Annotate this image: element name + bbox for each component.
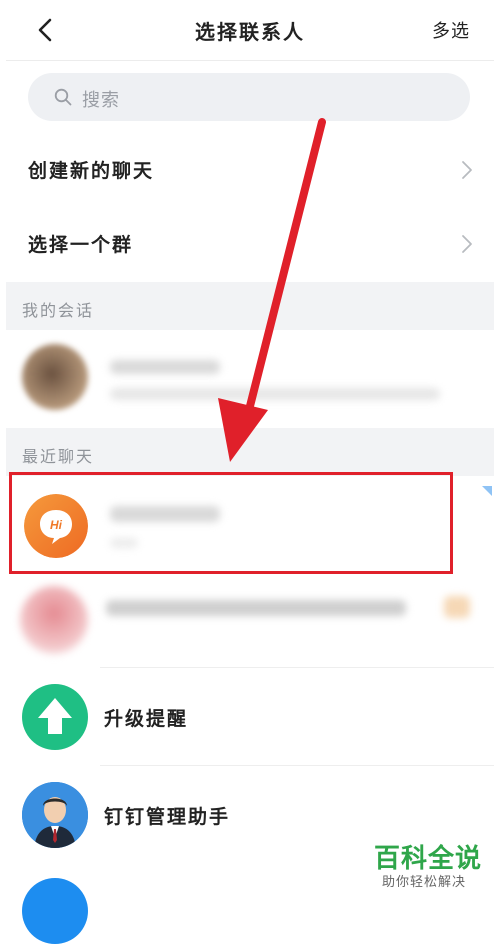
watermark-logo: 百科全说 助你轻松解决 bbox=[374, 838, 494, 898]
avatar bbox=[22, 344, 88, 410]
contact-name: 升级提醒 bbox=[104, 708, 189, 730]
chevron-right-icon bbox=[462, 161, 472, 179]
person-avatar-icon bbox=[22, 782, 88, 848]
select-group-row[interactable]: 选择一个群 bbox=[6, 210, 494, 278]
recent-chat-item[interactable] bbox=[6, 572, 494, 668]
page-title: 选择联系人 bbox=[195, 20, 305, 44]
top-bar: 选择联系人 多选 bbox=[6, 0, 494, 61]
conversation-item[interactable] bbox=[6, 330, 494, 426]
multi-select-button[interactable]: 多选 bbox=[432, 17, 470, 43]
search-placeholder: 搜索 bbox=[82, 90, 120, 111]
assistant-avatar bbox=[22, 782, 88, 848]
corner-marker bbox=[482, 486, 492, 496]
highlight-box bbox=[9, 472, 453, 574]
avatar bbox=[22, 878, 88, 944]
upgrade-avatar bbox=[22, 684, 88, 750]
create-new-chat-label: 创建新的聊天 bbox=[28, 160, 155, 182]
divider bbox=[100, 765, 494, 766]
section-label: 最近聊天 bbox=[22, 447, 95, 466]
divider bbox=[100, 667, 494, 668]
section-header-recent-chats: 最近聊天 bbox=[6, 428, 494, 476]
watermark-title: 百科全说 bbox=[374, 844, 483, 874]
contact-picker-page: 选择联系人 多选 搜索 创建新的聊天 选择一个群 我的会话 最近聊天 Hi 升级… bbox=[6, 0, 494, 944]
section-label: 我的会话 bbox=[22, 301, 95, 320]
create-new-chat-row[interactable]: 创建新的聊天 bbox=[6, 136, 494, 204]
watermark-subtitle: 助你轻松解决 bbox=[382, 875, 467, 890]
contact-name: 钉钉管理助手 bbox=[104, 806, 231, 828]
contact-upgrade-reminder[interactable]: 升级提醒 bbox=[6, 670, 494, 766]
select-group-label: 选择一个群 bbox=[28, 234, 134, 256]
blurred-badge bbox=[444, 596, 470, 618]
avatar bbox=[20, 586, 88, 654]
search-icon bbox=[54, 88, 72, 106]
blurred-name bbox=[106, 600, 406, 616]
upload-arrow-icon bbox=[38, 698, 72, 734]
chevron-right-icon bbox=[462, 235, 472, 253]
search-input[interactable]: 搜索 bbox=[28, 73, 470, 121]
section-header-my-conversations: 我的会话 bbox=[6, 282, 494, 330]
blurred-message bbox=[110, 388, 440, 400]
blurred-name bbox=[110, 360, 220, 374]
